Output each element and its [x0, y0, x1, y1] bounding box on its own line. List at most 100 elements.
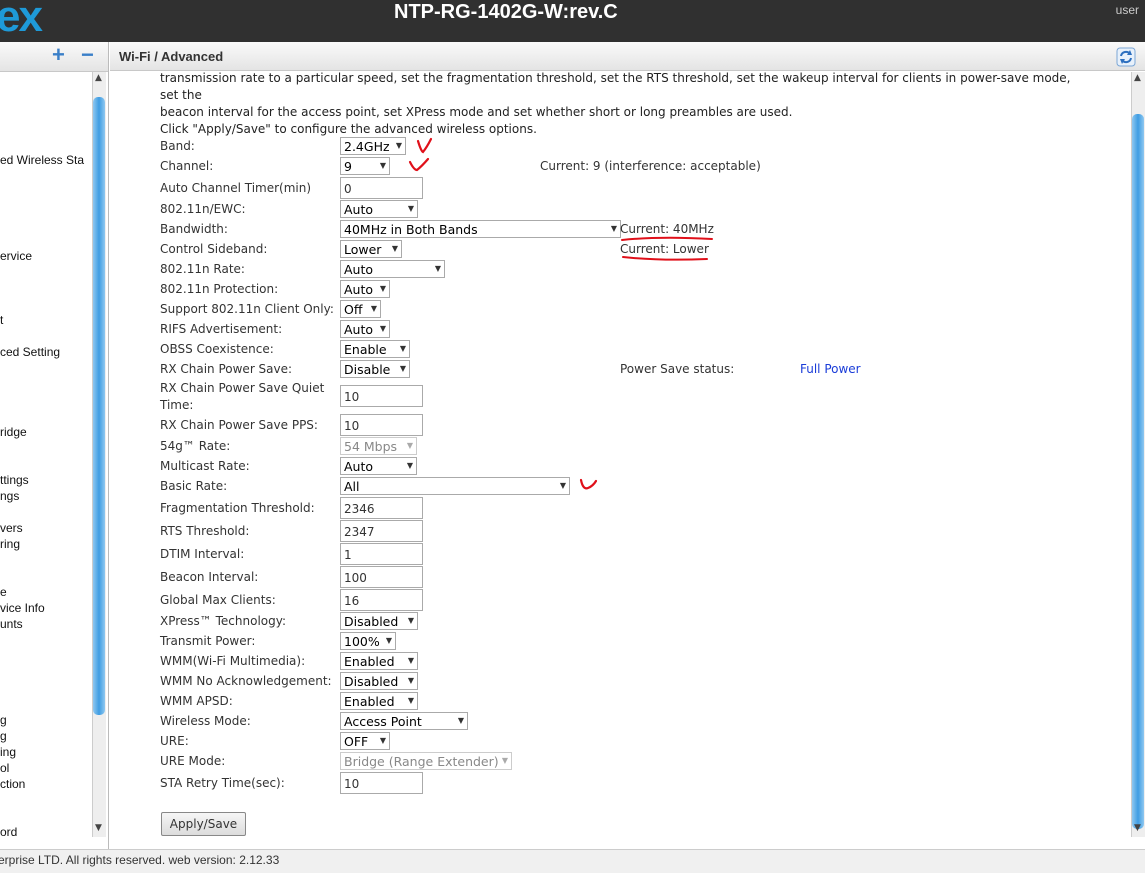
power-save-status-label: Power Save status:: [620, 362, 735, 376]
user-menu[interactable]: user: [1116, 3, 1139, 17]
sidebar-item[interactable]: ttings: [0, 473, 29, 487]
content-scroll-thumb[interactable]: [1132, 114, 1144, 829]
rts-threshold-label: RTS Threshold:: [160, 524, 250, 538]
obss-select[interactable]: Enable ▼: [340, 340, 410, 358]
ure-mode-select[interactable]: Bridge (Range Extender) ▼: [340, 752, 512, 770]
sidebar-item[interactable]: ngs: [0, 489, 19, 503]
rts-threshold-input[interactable]: 2347: [340, 520, 423, 542]
multicast-rate-select[interactable]: Auto ▼: [340, 457, 417, 475]
band-label: Band:: [160, 139, 195, 153]
ure-mode-label: URE Mode:: [160, 754, 226, 768]
description-line: beacon interval for the access point, se…: [160, 105, 793, 119]
sidebar-item[interactable]: g: [0, 713, 7, 727]
dtim-interval-input[interactable]: 1: [340, 543, 423, 565]
wmm-apsd-select[interactable]: Enabled ▼: [340, 692, 418, 710]
ewc-value: Auto: [344, 202, 374, 217]
scroll-up-arrow-icon[interactable]: ▲: [1134, 73, 1141, 83]
bandwidth-label: Bandwidth:: [160, 222, 228, 236]
red-check-mark-icon: [408, 157, 430, 172]
bandwidth-select[interactable]: 40MHz in Both Bands ▼: [340, 220, 621, 238]
rx-chain-power-save-label: RX Chain Power Save:: [160, 362, 293, 376]
power-save-status-value: Full Power: [800, 362, 861, 376]
frag-threshold-input[interactable]: 2346: [340, 497, 423, 519]
sidebar-scroll-thumb[interactable]: [93, 97, 105, 715]
transmit-power-label: Transmit Power:: [160, 634, 256, 648]
sidebar-item[interactable]: ced Setting: [0, 345, 60, 359]
description-line: transmission rate to a particular speed,…: [160, 71, 1071, 102]
n-client-only-value: Off: [344, 302, 363, 317]
wmm-apsd-label: WMM APSD:: [160, 694, 233, 708]
sidebar-item[interactable]: ridge: [0, 425, 27, 439]
wmm-no-ack-value: Disabled: [344, 674, 399, 689]
basic-rate-value: All: [344, 479, 360, 494]
sidebar-item[interactable]: vers: [0, 521, 23, 535]
dtim-interval-label: DTIM Interval:: [160, 547, 245, 561]
control-sideband-select[interactable]: Lower ▼: [340, 240, 402, 258]
sidebar-header: + −: [0, 42, 108, 72]
sidebar-item[interactable]: g: [0, 729, 7, 743]
global-max-clients-label: Global Max Clients:: [160, 593, 276, 607]
rx-chain-power-save-select[interactable]: Disable ▼: [340, 360, 410, 378]
g-rate-value: 54 Mbps: [344, 439, 398, 454]
scroll-up-arrow-icon[interactable]: ▲: [95, 73, 102, 83]
expand-all-icon[interactable]: +: [52, 44, 65, 66]
g-rate-select[interactable]: 54 Mbps ▼: [340, 437, 417, 455]
ewc-select[interactable]: Auto ▼: [340, 200, 418, 218]
sidebar: + − ed Wireless Sta ervice t ced Setting…: [0, 42, 109, 849]
rx-chain-pps-label: RX Chain Power Save PPS:: [160, 418, 318, 432]
ure-label: URE:: [160, 734, 189, 748]
n-rate-select[interactable]: Auto ▼: [340, 260, 445, 278]
control-sideband-value: Lower: [344, 242, 382, 257]
rx-chain-pps-input[interactable]: 10: [340, 414, 423, 436]
wmm-label: WMM(Wi-Fi Multimedia):: [160, 654, 306, 668]
wmm-select[interactable]: Enabled ▼: [340, 652, 418, 670]
multicast-rate-label: Multicast Rate:: [160, 459, 250, 473]
sidebar-item[interactable]: ol: [0, 761, 9, 775]
sidebar-item[interactable]: vice Info: [0, 601, 45, 615]
sidebar-item[interactable]: unts: [0, 617, 23, 631]
wireless-mode-select[interactable]: Access Point ▼: [340, 712, 468, 730]
chevron-down-icon: ▼: [395, 141, 402, 150]
collapse-all-icon[interactable]: −: [81, 44, 94, 66]
sidebar-item[interactable]: ing: [0, 745, 16, 759]
top-bar: ex NTP-RG-1402G-W:rev.C user: [0, 0, 1145, 42]
sta-retry-time-input[interactable]: 10: [340, 772, 423, 794]
obss-value: Enable: [344, 342, 387, 357]
xpress-select[interactable]: Disabled ▼: [340, 612, 418, 630]
n-client-only-select[interactable]: Off ▼: [340, 300, 381, 318]
ure-value: OFF: [344, 734, 369, 749]
sidebar-item[interactable]: ring: [0, 537, 20, 551]
rx-chain-quiet-time-input[interactable]: 10: [340, 385, 423, 407]
basic-rate-select[interactable]: All ▼: [340, 477, 570, 495]
wmm-no-ack-label: WMM No Acknowledgement:: [160, 674, 332, 688]
control-sideband-current: Current: Lower: [620, 242, 709, 256]
chevron-down-icon: ▼: [385, 636, 392, 645]
chevron-down-icon: ▼: [559, 481, 566, 490]
channel-value: 9: [344, 159, 352, 174]
auto-channel-timer-input[interactable]: 0: [340, 177, 423, 199]
sidebar-item[interactable]: ervice: [0, 249, 32, 263]
ure-select[interactable]: OFF ▼: [340, 732, 390, 750]
rifs-select[interactable]: Auto ▼: [340, 320, 390, 338]
transmit-power-value: 100%: [344, 634, 380, 649]
refresh-icon[interactable]: [1116, 47, 1136, 67]
apply-save-button[interactable]: Apply/Save: [161, 812, 246, 836]
sidebar-item[interactable]: ction: [0, 777, 25, 791]
scroll-down-arrow-icon[interactable]: ▼: [1134, 823, 1141, 833]
sidebar-item[interactable]: ed Wireless Sta: [0, 153, 84, 167]
band-select[interactable]: 2.4GHz ▼: [340, 137, 406, 155]
n-protection-select[interactable]: Auto ▼: [340, 280, 390, 298]
sidebar-item[interactable]: t: [0, 313, 3, 327]
wmm-no-ack-select[interactable]: Disabled ▼: [340, 672, 418, 690]
global-max-clients-input[interactable]: 16: [340, 589, 423, 611]
n-protection-value: Auto: [344, 282, 374, 297]
scroll-down-arrow-icon[interactable]: ▼: [95, 823, 102, 833]
sidebar-item[interactable]: e: [0, 585, 7, 599]
beacon-interval-input[interactable]: 100: [340, 566, 423, 588]
sidebar-item[interactable]: ord: [0, 825, 17, 839]
channel-select[interactable]: 9 ▼: [340, 157, 390, 175]
chevron-down-icon: ▼: [406, 441, 413, 450]
transmit-power-select[interactable]: 100% ▼: [340, 632, 396, 650]
chevron-down-icon: ▼: [406, 461, 413, 470]
rx-chain-power-save-value: Disable: [344, 362, 391, 377]
